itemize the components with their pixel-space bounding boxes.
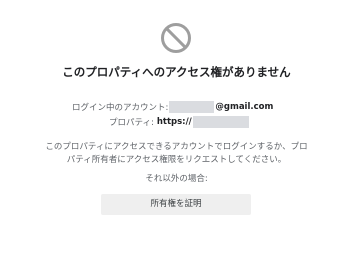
description-line-2: パティ所有者にアクセス権限をリクエストしてください。 [66,155,287,165]
redacted-property-url [192,116,249,128]
no-entry-icon [161,23,191,53]
account-label: ログイン中のアカウント: [72,103,169,113]
access-denied-page: このプロパティへのアクセス権がありません ログイン中のアカウント: @gmail… [0,0,353,262]
account-email-suffix: @gmail.com [215,102,274,112]
redacted-email-username [169,101,215,113]
property-url-prefix: https:// [156,117,192,127]
otherwise-label: それ以外の場合: [145,174,208,184]
property-label: プロパティ: [109,118,154,128]
verify-ownership-button[interactable]: 所有権を証明 [101,194,251,215]
description-line-1: このプロパティにアクセスできるアカウントでログインするか、プロ [45,142,308,152]
signed-in-account-row: ログイン中のアカウント: @gmail.com [72,100,273,114]
page-title: このプロパティへのアクセス権がありません [62,65,291,79]
property-row: プロパティ: https:// [109,115,250,129]
access-description: このプロパティにアクセスできるアカウントでログインするか、プロ パティ所有者にア… [0,141,353,167]
